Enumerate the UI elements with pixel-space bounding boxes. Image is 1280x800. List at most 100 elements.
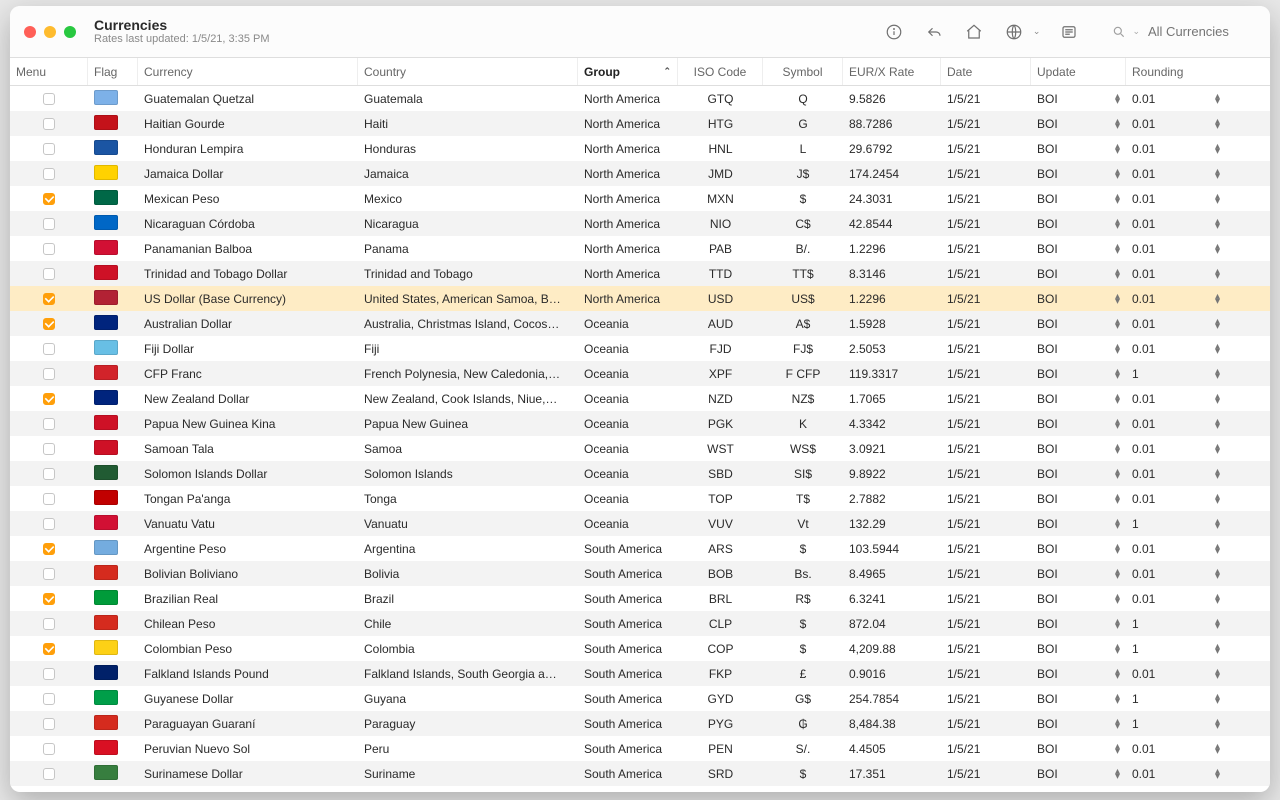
- row-checkbox[interactable]: [43, 768, 55, 780]
- info-icon[interactable]: [883, 21, 905, 43]
- row-checkbox[interactable]: [43, 643, 55, 655]
- close-button[interactable]: [24, 26, 36, 38]
- row-checkbox[interactable]: [43, 418, 55, 430]
- table-row[interactable]: Trinidad and Tobago DollarTrinidad and T…: [10, 261, 1270, 286]
- zoom-button[interactable]: [64, 26, 76, 38]
- col-iso[interactable]: ISO Code: [678, 58, 763, 85]
- col-update[interactable]: Update: [1031, 58, 1126, 85]
- rounding-stepper[interactable]: ▴▾: [1215, 219, 1220, 229]
- rounding-stepper[interactable]: ▴▾: [1215, 119, 1220, 129]
- rounding-stepper[interactable]: ▴▾: [1215, 594, 1220, 604]
- search-field[interactable]: ⌄: [1112, 23, 1256, 40]
- update-stepper[interactable]: ▴▾: [1115, 419, 1120, 429]
- row-checkbox[interactable]: [43, 543, 55, 555]
- row-checkbox[interactable]: [43, 618, 55, 630]
- col-rate[interactable]: EUR/X Rate: [843, 58, 941, 85]
- rounding-stepper[interactable]: ▴▾: [1215, 644, 1220, 654]
- row-checkbox[interactable]: [43, 143, 55, 155]
- table-row[interactable]: Mexican PesoMexicoNorth AmericaMXN$24.30…: [10, 186, 1270, 211]
- table-row[interactable]: Guatemalan QuetzalGuatemalaNorth America…: [10, 86, 1270, 111]
- rounding-stepper[interactable]: ▴▾: [1215, 494, 1220, 504]
- table-row[interactable]: Falkland Islands PoundFalkland Islands, …: [10, 661, 1270, 686]
- row-checkbox[interactable]: [43, 368, 55, 380]
- search-dropdown-caret[interactable]: ⌄: [1132, 26, 1140, 37]
- rounding-stepper[interactable]: ▴▾: [1215, 419, 1220, 429]
- row-checkbox[interactable]: [43, 593, 55, 605]
- update-stepper[interactable]: ▴▾: [1115, 319, 1120, 329]
- update-stepper[interactable]: ▴▾: [1115, 594, 1120, 604]
- row-checkbox[interactable]: [43, 168, 55, 180]
- reply-arrow-icon[interactable]: [923, 21, 945, 43]
- rounding-stepper[interactable]: ▴▾: [1215, 544, 1220, 554]
- rounding-stepper[interactable]: ▴▾: [1215, 194, 1220, 204]
- rounding-stepper[interactable]: ▴▾: [1215, 369, 1220, 379]
- update-stepper[interactable]: ▴▾: [1115, 119, 1120, 129]
- rounding-stepper[interactable]: ▴▾: [1215, 144, 1220, 154]
- row-checkbox[interactable]: [43, 493, 55, 505]
- update-stepper[interactable]: ▴▾: [1115, 294, 1120, 304]
- rounding-stepper[interactable]: ▴▾: [1215, 694, 1220, 704]
- row-checkbox[interactable]: [43, 443, 55, 455]
- rounding-stepper[interactable]: ▴▾: [1215, 319, 1220, 329]
- row-checkbox[interactable]: [43, 318, 55, 330]
- row-checkbox[interactable]: [43, 193, 55, 205]
- row-checkbox[interactable]: [43, 718, 55, 730]
- row-checkbox[interactable]: [43, 93, 55, 105]
- table-row[interactable]: Solomon Islands DollarSolomon IslandsOce…: [10, 461, 1270, 486]
- table-row[interactable]: Haitian GourdeHaitiNorth AmericaHTGG88.7…: [10, 111, 1270, 136]
- table-row[interactable]: Brazilian RealBrazilSouth AmericaBRLR$6.…: [10, 586, 1270, 611]
- table-row[interactable]: Peruvian Nuevo SolPeruSouth AmericaPENS/…: [10, 736, 1270, 761]
- table-row[interactable]: Tongan Pa'angaTongaOceaniaTOPT$2.78821/5…: [10, 486, 1270, 511]
- table-row[interactable]: Bolivian BolivianoBoliviaSouth AmericaBO…: [10, 561, 1270, 586]
- update-stepper[interactable]: ▴▾: [1115, 544, 1120, 554]
- table-row[interactable]: CFP FrancFrench Polynesia, New Caledonia…: [10, 361, 1270, 386]
- update-stepper[interactable]: ▴▾: [1115, 744, 1120, 754]
- update-stepper[interactable]: ▴▾: [1115, 644, 1120, 654]
- rounding-stepper[interactable]: ▴▾: [1215, 294, 1220, 304]
- row-checkbox[interactable]: [43, 568, 55, 580]
- update-stepper[interactable]: ▴▾: [1115, 769, 1120, 779]
- table-row[interactable]: Papua New Guinea KinaPapua New GuineaOce…: [10, 411, 1270, 436]
- rounding-stepper[interactable]: ▴▾: [1215, 669, 1220, 679]
- row-checkbox[interactable]: [43, 468, 55, 480]
- col-currency[interactable]: Currency: [138, 58, 358, 85]
- update-stepper[interactable]: ▴▾: [1115, 444, 1120, 454]
- update-stepper[interactable]: ▴▾: [1115, 269, 1120, 279]
- table-row[interactable]: Jamaica DollarJamaicaNorth AmericaJMDJ$1…: [10, 161, 1270, 186]
- update-stepper[interactable]: ▴▾: [1115, 244, 1120, 254]
- rounding-stepper[interactable]: ▴▾: [1215, 719, 1220, 729]
- row-checkbox[interactable]: [43, 668, 55, 680]
- row-checkbox[interactable]: [43, 518, 55, 530]
- update-stepper[interactable]: ▴▾: [1115, 694, 1120, 704]
- rounding-stepper[interactable]: ▴▾: [1215, 344, 1220, 354]
- update-stepper[interactable]: ▴▾: [1115, 144, 1120, 154]
- table-row[interactable]: US Dollar (Base Currency)United States, …: [10, 286, 1270, 311]
- rounding-stepper[interactable]: ▴▾: [1215, 619, 1220, 629]
- update-stepper[interactable]: ▴▾: [1115, 494, 1120, 504]
- rounding-stepper[interactable]: ▴▾: [1215, 444, 1220, 454]
- table-row[interactable]: Australian DollarAustralia, Christmas Is…: [10, 311, 1270, 336]
- update-stepper[interactable]: ▴▾: [1115, 169, 1120, 179]
- update-stepper[interactable]: ▴▾: [1115, 369, 1120, 379]
- rounding-stepper[interactable]: ▴▾: [1215, 269, 1220, 279]
- update-stepper[interactable]: ▴▾: [1115, 94, 1120, 104]
- update-stepper[interactable]: ▴▾: [1115, 219, 1120, 229]
- update-stepper[interactable]: ▴▾: [1115, 569, 1120, 579]
- rounding-stepper[interactable]: ▴▾: [1215, 394, 1220, 404]
- row-checkbox[interactable]: [43, 343, 55, 355]
- col-menu[interactable]: Menu: [10, 58, 88, 85]
- home-icon[interactable]: [963, 21, 985, 43]
- table-row[interactable]: New Zealand DollarNew Zealand, Cook Isla…: [10, 386, 1270, 411]
- table-row[interactable]: Chilean PesoChileSouth AmericaCLP$872.04…: [10, 611, 1270, 636]
- row-checkbox[interactable]: [43, 743, 55, 755]
- update-stepper[interactable]: ▴▾: [1115, 619, 1120, 629]
- col-country[interactable]: Country: [358, 58, 578, 85]
- update-stepper[interactable]: ▴▾: [1115, 669, 1120, 679]
- update-stepper[interactable]: ▴▾: [1115, 344, 1120, 354]
- rounding-stepper[interactable]: ▴▾: [1215, 169, 1220, 179]
- row-checkbox[interactable]: [43, 693, 55, 705]
- row-checkbox[interactable]: [43, 293, 55, 305]
- table-row[interactable]: Honduran LempiraHondurasNorth AmericaHNL…: [10, 136, 1270, 161]
- row-checkbox[interactable]: [43, 118, 55, 130]
- table-body[interactable]: Guatemalan QuetzalGuatemalaNorth America…: [10, 86, 1270, 792]
